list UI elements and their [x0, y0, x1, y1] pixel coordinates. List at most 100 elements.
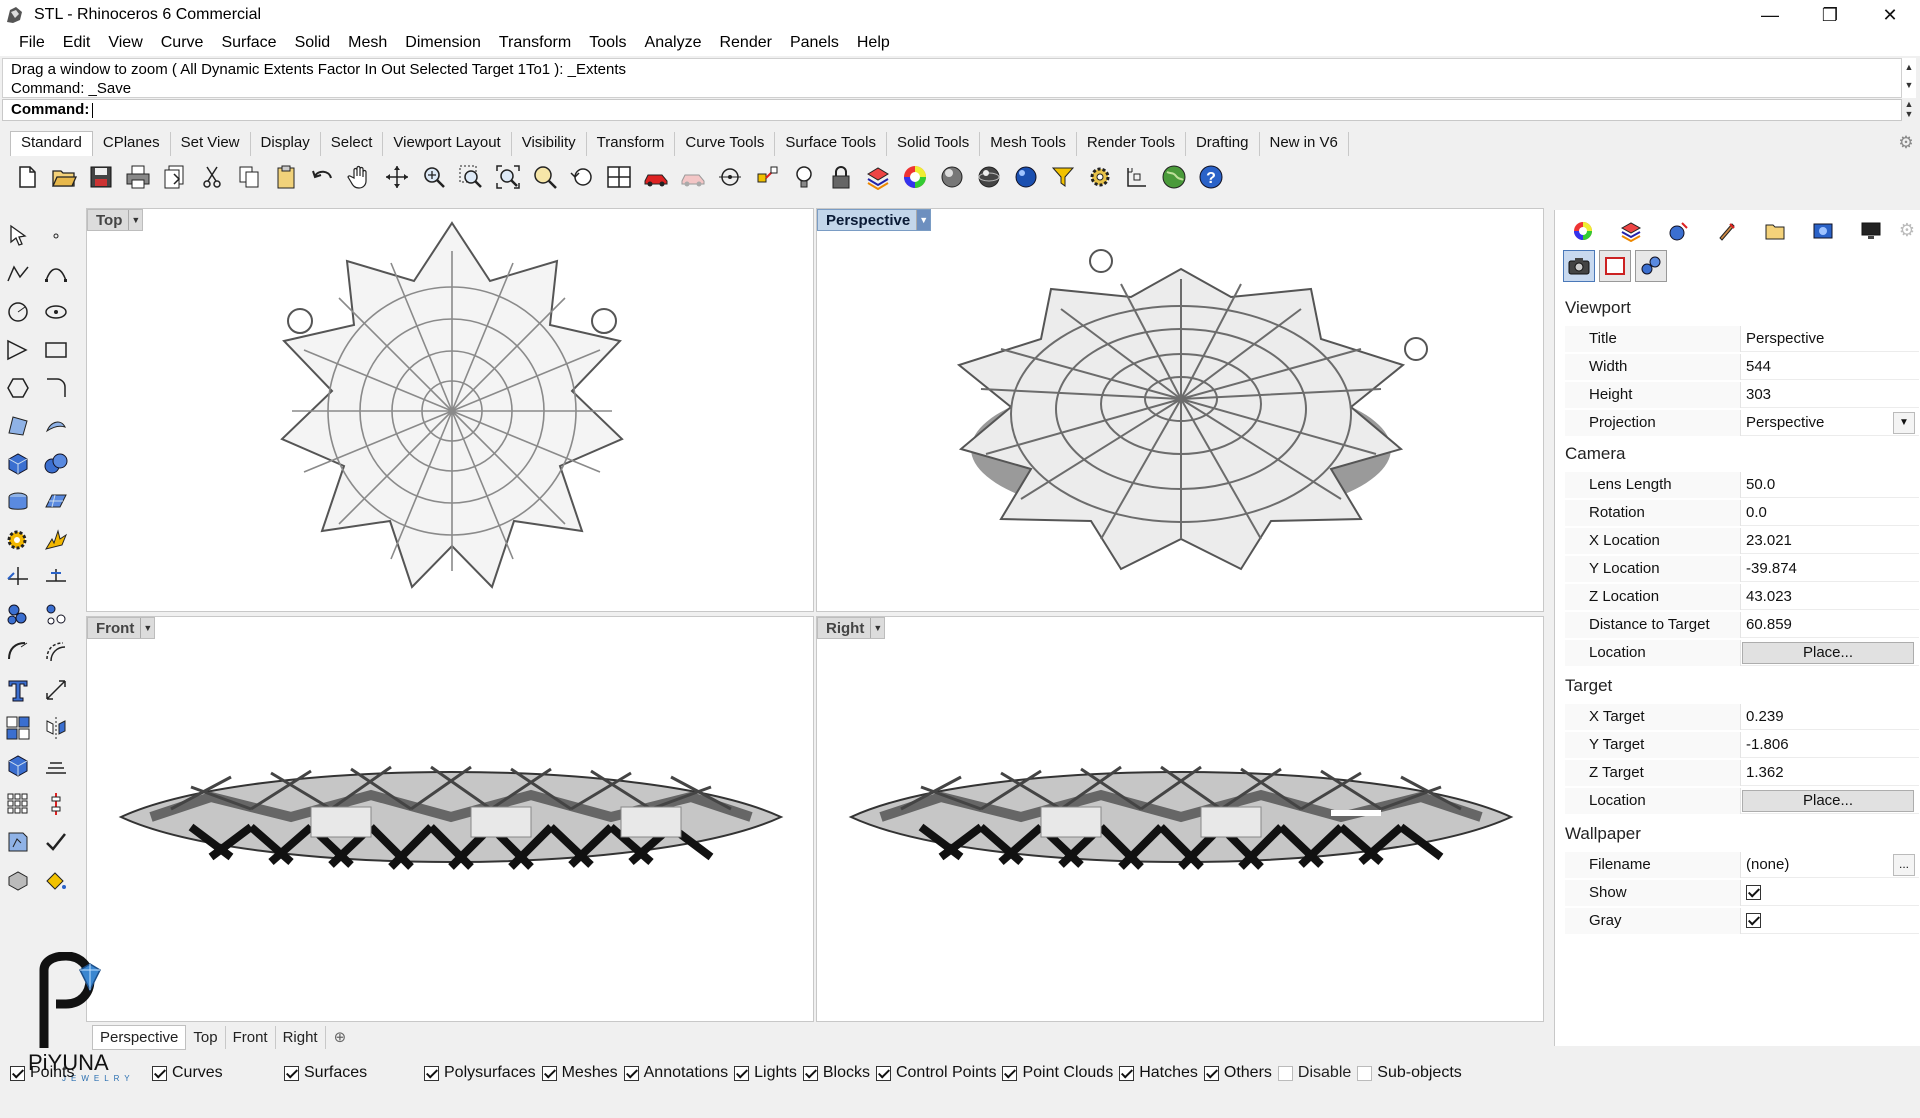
- osnap-surfaces[interactable]: Surfaces: [284, 1064, 418, 1082]
- mirror-icon[interactable]: [40, 712, 72, 744]
- restore-button[interactable]: ❐: [1800, 0, 1860, 30]
- osnap-disable[interactable]: Disable: [1277, 1064, 1351, 1082]
- y-location-value[interactable]: -39.874: [1741, 556, 1919, 582]
- osnap-disable-checkbox[interactable]: [1277, 1065, 1293, 1081]
- osnap-others[interactable]: Others: [1203, 1064, 1272, 1082]
- close-button[interactable]: ✕: [1860, 0, 1920, 30]
- print-icon[interactable]: [119, 159, 156, 195]
- distance-to-target-value[interactable]: 60.859: [1741, 612, 1919, 638]
- dimension-icon[interactable]: [40, 674, 72, 706]
- viewport-top[interactable]: Top ▼: [86, 208, 814, 612]
- shaded-sphere-icon[interactable]: [933, 159, 970, 195]
- lock-icon[interactable]: [822, 159, 859, 195]
- camera-icon[interactable]: [1563, 250, 1595, 282]
- browse-file-button[interactable]: ...: [1893, 853, 1915, 876]
- rendering-icon[interactable]: [1799, 218, 1847, 244]
- zoom-window-icon[interactable]: [452, 159, 489, 195]
- z-location-value[interactable]: 43.023: [1741, 584, 1919, 610]
- render-mesh-icon[interactable]: [2, 864, 34, 896]
- menu-curve[interactable]: Curve: [152, 34, 213, 52]
- menu-surface[interactable]: Surface: [212, 34, 285, 52]
- osnap-meshes[interactable]: Meshes: [541, 1064, 618, 1082]
- command-spinner[interactable]: ▲ ▼: [1902, 99, 1916, 121]
- tab-cplanes[interactable]: CPlanes: [93, 132, 171, 156]
- osnap-blocks-checkbox[interactable]: [802, 1065, 818, 1081]
- title-value[interactable]: Perspective: [1741, 326, 1919, 352]
- z-target-value[interactable]: 1.362: [1741, 760, 1919, 786]
- array-linear-icon[interactable]: [40, 788, 72, 820]
- filter-icon[interactable]: [1044, 159, 1081, 195]
- explode-icon[interactable]: [40, 524, 72, 556]
- tab-curve-tools[interactable]: Curve Tools: [675, 132, 776, 156]
- save-icon[interactable]: [82, 159, 119, 195]
- tab-solid-tools[interactable]: Solid Tools: [887, 132, 981, 156]
- viewport-frame-icon[interactable]: [1599, 250, 1631, 282]
- menu-solid[interactable]: Solid: [286, 34, 340, 52]
- command-input[interactable]: Command:: [2, 99, 1902, 121]
- tab-viewport-layout[interactable]: Viewport Layout: [383, 132, 512, 156]
- options-gear-icon[interactable]: [1081, 159, 1118, 195]
- gray-checkbox[interactable]: [1746, 913, 1761, 929]
- fillet-edge-icon[interactable]: [2, 636, 34, 668]
- osnap-meshes-checkbox[interactable]: [541, 1065, 557, 1081]
- polyline-icon[interactable]: [2, 258, 34, 290]
- osnap-sub-objects[interactable]: Sub-objects: [1357, 1064, 1462, 1082]
- menu-dimension[interactable]: Dimension: [396, 34, 490, 52]
- block-icon[interactable]: [2, 712, 34, 744]
- solid-spheres-icon[interactable]: [40, 448, 72, 480]
- solid-box-icon[interactable]: [2, 448, 34, 480]
- minimize-button[interactable]: —: [1740, 0, 1800, 30]
- layer-icon[interactable]: [859, 159, 896, 195]
- help-icon[interactable]: ?: [1192, 159, 1229, 195]
- paste-icon[interactable]: [267, 159, 304, 195]
- select-arrow-icon[interactable]: [2, 220, 34, 252]
- tab-render-tools[interactable]: Render Tools: [1077, 132, 1186, 156]
- four-viewports-icon[interactable]: [600, 159, 637, 195]
- object-properties-icon[interactable]: [1635, 250, 1667, 282]
- osnap-control-points[interactable]: Control Points: [875, 1064, 996, 1082]
- chevron-down-icon[interactable]: ▼: [1893, 411, 1915, 434]
- control-point-curve-icon[interactable]: [40, 258, 72, 290]
- menu-edit[interactable]: Edit: [54, 34, 100, 52]
- menu-panels[interactable]: Panels: [781, 34, 848, 52]
- group-icon[interactable]: [2, 598, 34, 630]
- osnap-sub-objects-checkbox[interactable]: [1357, 1065, 1373, 1081]
- menu-view[interactable]: View: [99, 34, 151, 52]
- tab-mesh-tools[interactable]: Mesh Tools: [980, 132, 1077, 156]
- viewport-tab-front[interactable]: Front: [226, 1025, 276, 1049]
- viewport-tab-top[interactable]: Top: [186, 1025, 226, 1049]
- osnap-curves[interactable]: Curves: [152, 1064, 278, 1082]
- point-icon[interactable]: [40, 220, 72, 252]
- check-icon[interactable]: [40, 826, 72, 858]
- x-target-value[interactable]: 0.239: [1741, 704, 1919, 730]
- boolean-gear-icon[interactable]: [2, 524, 34, 556]
- layers-icon[interactable]: [1607, 218, 1655, 244]
- menu-transform[interactable]: Transform: [490, 34, 580, 52]
- osnap-polysurfaces-checkbox[interactable]: [424, 1065, 439, 1081]
- materials-icon[interactable]: [1703, 218, 1751, 244]
- menu-tools[interactable]: Tools: [580, 34, 635, 52]
- monitor-icon[interactable]: [1847, 218, 1895, 244]
- menu-file[interactable]: File: [10, 34, 54, 52]
- import-icon[interactable]: [156, 159, 193, 195]
- tab-new-in-v6[interactable]: New in V6: [1260, 132, 1349, 156]
- paint-bucket-icon[interactable]: [40, 864, 72, 896]
- color-wheel-icon[interactable]: [896, 159, 933, 195]
- surface-from-points-icon[interactable]: [2, 410, 34, 442]
- osnap-blocks[interactable]: Blocks: [802, 1064, 870, 1082]
- folder-icon[interactable]: [1751, 218, 1799, 244]
- light-bulb-icon[interactable]: [785, 159, 822, 195]
- tab-standard[interactable]: Standard: [10, 131, 93, 156]
- osnap-curves-checkbox[interactable]: [152, 1065, 167, 1081]
- trim-icon[interactable]: [2, 560, 34, 592]
- toolbar-settings-gear-icon[interactable]: ⚙: [1896, 133, 1916, 153]
- tab-surface-tools[interactable]: Surface Tools: [775, 132, 887, 156]
- arc-icon[interactable]: [2, 334, 34, 366]
- pan-hand-icon[interactable]: [341, 159, 378, 195]
- osnap-hatches[interactable]: Hatches: [1119, 1064, 1198, 1082]
- camera-place-button[interactable]: Place...: [1742, 641, 1914, 664]
- polygon-icon[interactable]: [2, 372, 34, 404]
- panel-settings-gear-icon[interactable]: ⚙: [1896, 220, 1918, 242]
- properties-color-wheel-icon[interactable]: [1559, 218, 1607, 244]
- globe-icon[interactable]: [1155, 159, 1192, 195]
